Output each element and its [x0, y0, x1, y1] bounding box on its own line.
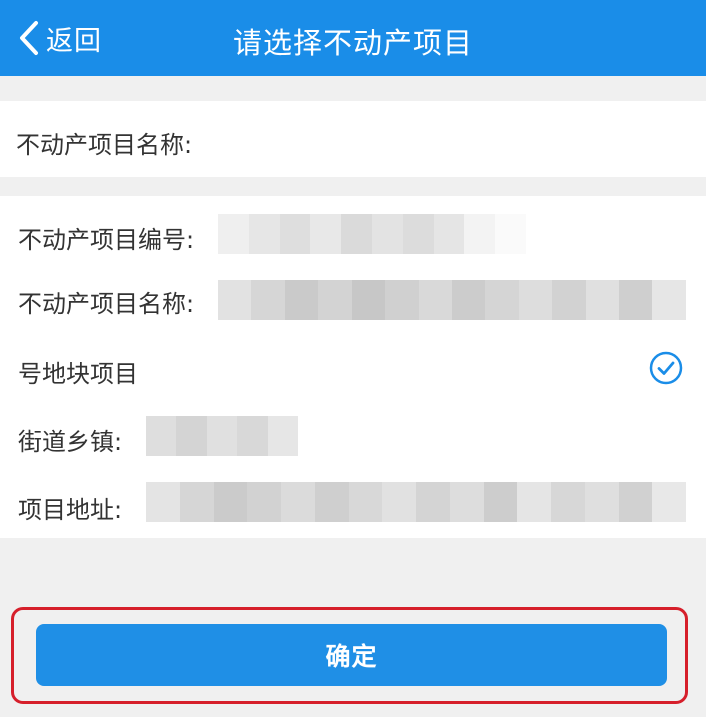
check-circle-icon: [648, 350, 684, 386]
project-number-redacted: [218, 214, 526, 254]
confirm-button[interactable]: 确定: [36, 624, 667, 686]
address-redacted: [146, 482, 686, 522]
project-list-item[interactable]: 不动产项目编号: 不动产项目名称: 号地块项目 街道乡镇: 项目地址:: [0, 196, 706, 538]
project-number-label: 不动产项目编号:: [18, 226, 195, 254]
page-title: 请选择不动产项目: [232, 26, 473, 60]
search-row: 不动产项目名称:: [0, 101, 706, 177]
street-label: 街道乡镇:: [18, 428, 123, 456]
header-bar: 返回 请选择不动产项目: [0, 0, 706, 76]
search-label: 不动产项目名称:: [16, 131, 193, 159]
address-label: 项目地址:: [18, 496, 123, 524]
project-name-label: 不动产项目名称:: [18, 290, 195, 318]
project-block-text: 号地块项目: [18, 360, 138, 388]
street-redacted: [146, 416, 298, 456]
project-name-search-input[interactable]: [210, 115, 694, 165]
project-name-redacted: [218, 280, 686, 320]
